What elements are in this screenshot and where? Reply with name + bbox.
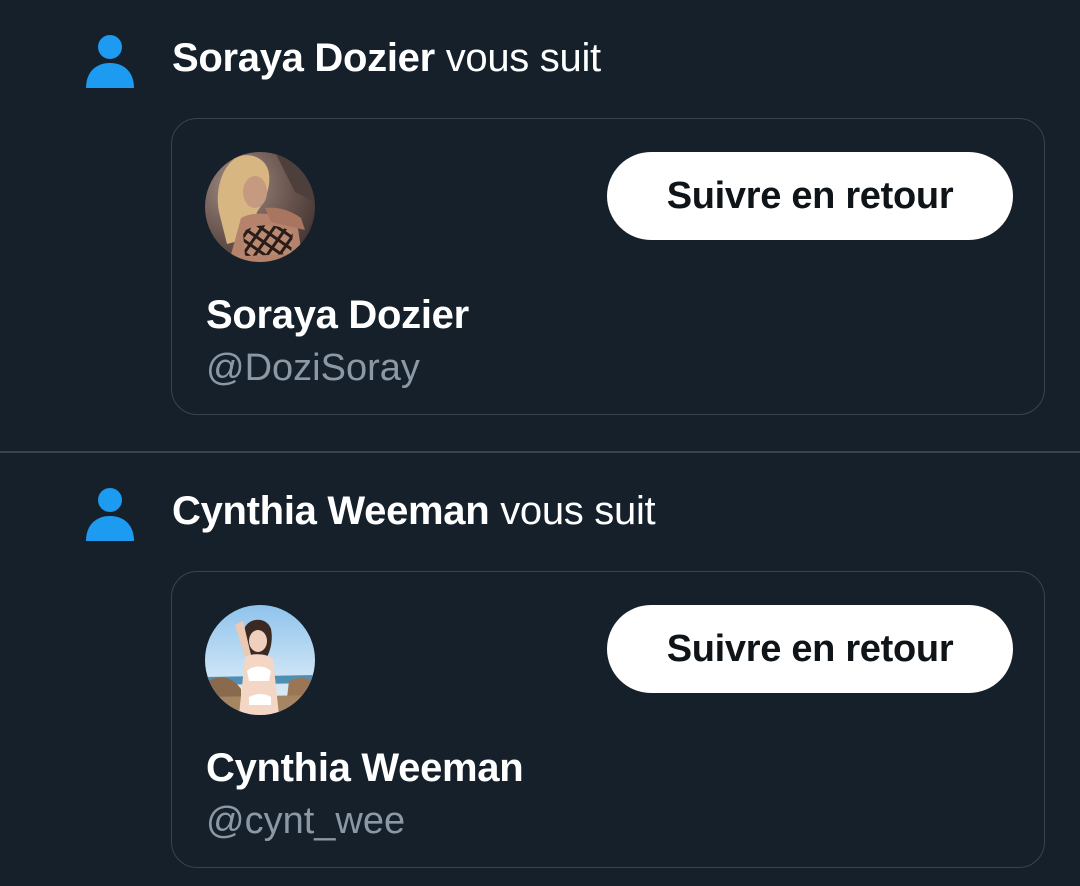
follow-back-button[interactable]: Suivre en retour	[607, 605, 1013, 693]
user-handle: @DoziSoray	[206, 347, 420, 389]
notification-headline: Cynthia Weeman vous suit	[172, 487, 656, 535]
follow-notification[interactable]: Soraya Dozier vous suit Suivre en retour…	[0, 0, 1080, 452]
actor-name[interactable]: Cynthia Weeman	[172, 489, 490, 533]
follow-notification[interactable]: Cynthia Weeman vous suit Suivre en retou…	[0, 453, 1080, 886]
display-name[interactable]: Soraya Dozier	[206, 291, 469, 339]
person-icon	[86, 488, 134, 541]
actor-name[interactable]: Soraya Dozier	[172, 36, 435, 80]
display-name[interactable]: Cynthia Weeman	[206, 744, 524, 792]
follow-back-button[interactable]: Suivre en retour	[607, 152, 1013, 240]
person-icon	[86, 35, 134, 88]
user-card[interactable]: Suivre en retour Soraya Dozier @DoziSora…	[171, 118, 1045, 415]
avatar[interactable]	[205, 152, 315, 262]
action-text: vous suit	[489, 489, 656, 533]
action-text: vous suit	[434, 36, 601, 80]
notifications-feed: Soraya Dozier vous suit Suivre en retour…	[0, 0, 1080, 886]
notification-headline: Soraya Dozier vous suit	[172, 34, 601, 82]
user-card[interactable]: Suivre en retour Cynthia Weeman @cynt_we…	[171, 571, 1045, 868]
avatar[interactable]	[205, 605, 315, 715]
user-handle: @cynt_wee	[206, 800, 406, 842]
